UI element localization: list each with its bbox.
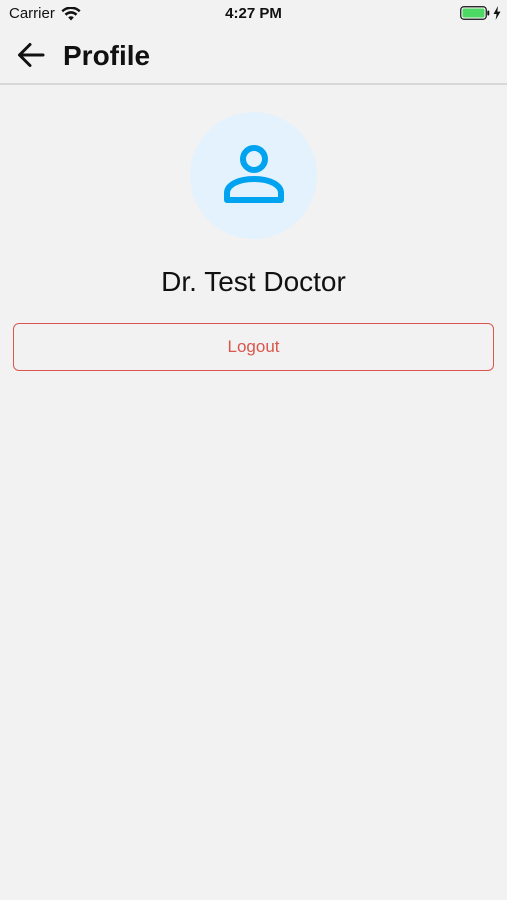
back-button[interactable]	[14, 40, 48, 74]
logout-label: Logout	[227, 337, 280, 356]
status-bar: Carrier 4:27 PM	[0, 0, 507, 28]
arrow-left-icon	[17, 42, 45, 73]
profile-name: Dr. Test Doctor	[161, 266, 346, 297]
logout-button[interactable]: Logout	[13, 323, 494, 371]
avatar	[190, 112, 317, 239]
battery-icon	[460, 6, 490, 20]
status-time: 4:27 PM	[225, 5, 282, 22]
status-right	[460, 6, 501, 20]
charging-bolt-icon	[493, 6, 501, 20]
page-title: Profile	[63, 40, 151, 71]
nav-bar: Profile	[0, 28, 507, 85]
person-icon	[221, 140, 287, 211]
